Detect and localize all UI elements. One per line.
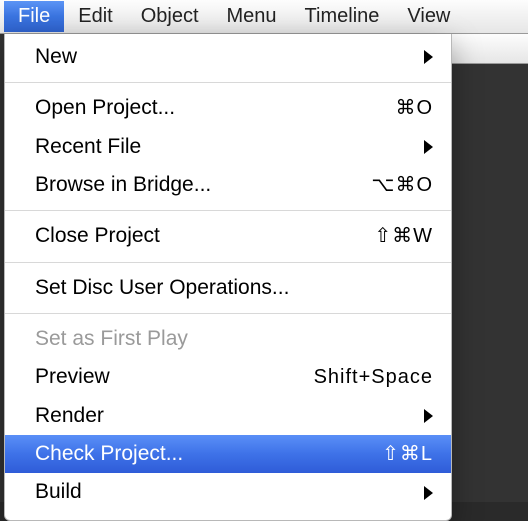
menu-item-browse-in-bridge[interactable]: Browse in Bridge... ⌥⌘O [5,166,451,204]
chevron-right-icon [424,50,433,64]
file-menu-dropdown: New Open Project... ⌘O Recent File Brows… [4,34,452,521]
menu-label: Set Disc User Operations... [35,274,433,302]
chevron-right-icon [424,409,433,423]
menu-item-new[interactable]: New [5,38,451,76]
menu-separator [5,210,451,211]
menu-label: Preview [35,363,314,391]
menu-separator [5,82,451,83]
menu-label: Set as First Play [35,325,433,353]
menu-label: Browse in Bridge... [35,171,333,199]
menu-label: New [35,43,412,71]
menu-item-open-project[interactable]: Open Project... ⌘O [5,89,451,127]
menubar-item-menu[interactable]: Menu [213,1,291,32]
menu-shortcut: ⇧⌘L [333,441,433,468]
menu-shortcut: ⌘O [333,95,433,122]
menu-separator [5,313,451,314]
menu-label: Recent File [35,133,412,161]
menubar-item-object[interactable]: Object [127,1,213,32]
menu-item-render[interactable]: Render [5,397,451,435]
menu-shortcut: Shift+Space [314,364,433,391]
menu-label: Close Project [35,222,333,250]
toolbar-strip [452,34,528,64]
chevron-right-icon [424,140,433,154]
menu-shortcut: ⇧⌘W [333,223,433,250]
menubar-item-edit[interactable]: Edit [64,1,126,32]
menubar-item-view[interactable]: View [393,1,464,32]
chevron-right-icon [424,486,433,500]
menu-item-preview[interactable]: Preview Shift+Space [5,358,451,396]
menu-item-recent-file[interactable]: Recent File [5,128,451,166]
menu-label: Build [35,478,412,506]
menubar-item-timeline[interactable]: Timeline [291,1,394,32]
menubar-item-file[interactable]: File [4,1,64,32]
menu-label: Render [35,402,412,430]
menu-item-build[interactable]: Build [5,473,451,511]
menu-item-close-project[interactable]: Close Project ⇧⌘W [5,217,451,255]
menu-item-check-project[interactable]: Check Project... ⇧⌘L [5,435,451,473]
menu-label: Open Project... [35,94,333,122]
menu-label: Check Project... [35,440,333,468]
menu-item-set-as-first-play: Set as First Play [5,320,451,358]
menu-item-set-disc-user-operations[interactable]: Set Disc User Operations... [5,269,451,307]
menu-separator [5,262,451,263]
menu-shortcut: ⌥⌘O [333,172,433,199]
menubar: File Edit Object Menu Timeline View [0,0,528,34]
